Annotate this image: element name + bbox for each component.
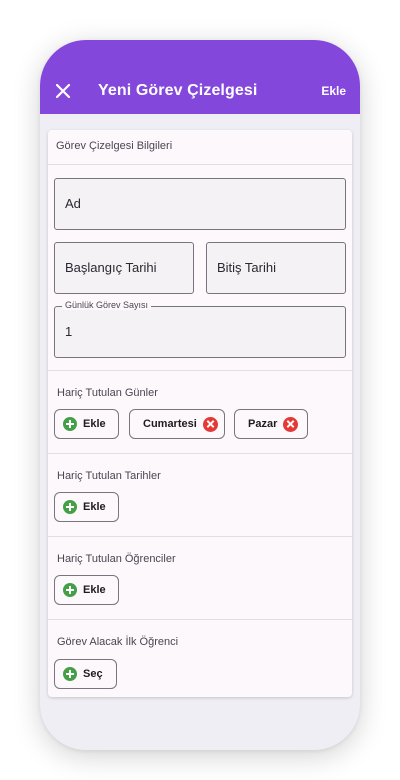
add-excluded-date-button[interactable]: Ekle xyxy=(54,492,119,522)
start-date-field[interactable]: Başlangıç Tarihi xyxy=(54,242,194,294)
divider xyxy=(48,619,352,620)
name-field-placeholder: Ad xyxy=(65,196,81,211)
start-date-placeholder: Başlangıç Tarihi xyxy=(65,260,157,275)
add-excluded-student-button[interactable]: Ekle xyxy=(54,575,119,605)
divider xyxy=(48,164,352,165)
select-first-student-button[interactable]: Seç xyxy=(54,659,117,689)
end-date-placeholder: Bitiş Tarihi xyxy=(217,260,277,275)
add-circle-icon xyxy=(63,583,77,597)
schedule-form-card: Görev Çizelgesi Bilgileri Ad Başlangıç T… xyxy=(48,130,352,697)
add-circle-icon xyxy=(63,667,77,681)
chip-label: Ekle xyxy=(83,584,106,596)
excluded-day-chip-sunday[interactable]: Pazar xyxy=(234,409,308,439)
page-title: Yeni Görev Çizelgesi xyxy=(98,82,258,99)
chip-label: Seç xyxy=(83,668,103,680)
chip-label: Ekle xyxy=(83,418,106,430)
chip-label: Ekle xyxy=(83,501,106,513)
close-icon[interactable] xyxy=(52,80,74,102)
excluded-dates-title: Hariç Tutulan Tarihler xyxy=(57,470,161,482)
excluded-days-title: Hariç Tutulan Günler xyxy=(57,387,158,399)
divider xyxy=(48,453,352,454)
add-circle-icon xyxy=(63,500,77,514)
add-circle-icon xyxy=(63,417,77,431)
card-header: Görev Çizelgesi Bilgileri xyxy=(56,140,173,152)
remove-circle-icon[interactable] xyxy=(283,416,299,432)
first-student-title: Görev Alacak İlk Öğrenci xyxy=(57,636,179,648)
daily-task-count-value: 1 xyxy=(65,324,73,339)
divider xyxy=(48,370,352,371)
end-date-field[interactable]: Bitiş Tarihi xyxy=(206,242,346,294)
chip-label: Cumartesi xyxy=(143,418,197,430)
divider xyxy=(48,536,352,537)
name-field[interactable]: Ad xyxy=(54,178,346,230)
app-bar: Yeni Görev Çizelgesi Ekle xyxy=(40,40,360,114)
phone-frame: Yeni Görev Çizelgesi Ekle Görev Çizelges… xyxy=(40,40,360,750)
excluded-students-title: Hariç Tutulan Öğrenciler xyxy=(57,553,176,565)
add-schedule-button[interactable]: Ekle xyxy=(321,84,346,98)
remove-circle-icon[interactable] xyxy=(202,416,218,432)
excluded-day-chip-saturday[interactable]: Cumartesi xyxy=(129,409,225,439)
add-excluded-day-button[interactable]: Ekle xyxy=(54,409,119,439)
daily-task-count-label: Günlük Görev Sayısı xyxy=(62,300,152,310)
chip-label: Pazar xyxy=(248,418,278,430)
daily-task-count-field[interactable]: Günlük Görev Sayısı 1 xyxy=(54,300,346,358)
